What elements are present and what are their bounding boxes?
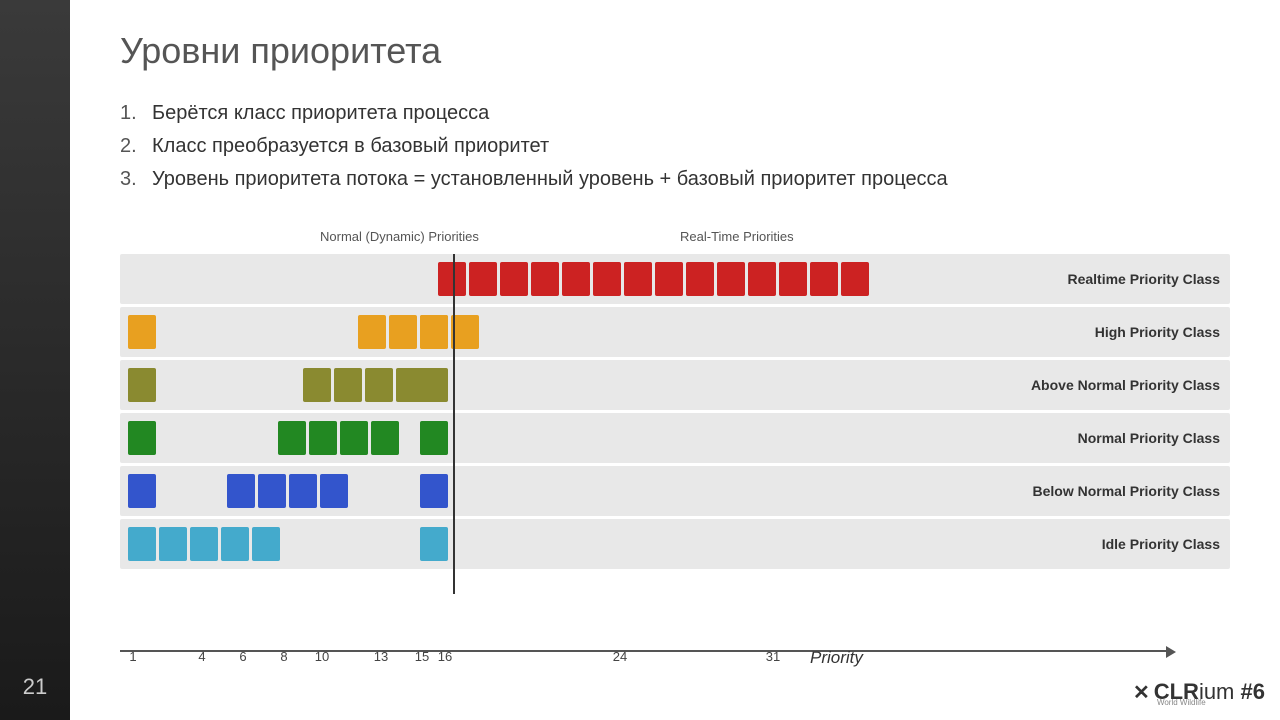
x-axis-arrow <box>1166 646 1176 658</box>
x-axis-line <box>120 650 1170 652</box>
row-label-above-normal: Above Normal Priority Class <box>1031 377 1220 393</box>
logo-area: ✕ CLRium #6 World Wildlife <box>1133 679 1265 705</box>
row-below-normal: Below Normal Priority Class <box>120 466 1230 516</box>
row-above-normal: Above Normal Priority Class <box>120 360 1230 410</box>
row-label-high: High Priority Class <box>1095 324 1220 340</box>
list-item: 2. Класс преобразуется в базовый приорите… <box>120 135 1230 158</box>
logo-icon: ✕ <box>1133 680 1150 705</box>
tick-4: 4 <box>198 649 205 664</box>
priority-label: Priority <box>810 648 863 668</box>
list-num: 2. <box>120 135 140 158</box>
list-text: Класс преобразуется в базовый приоритет <box>152 135 549 158</box>
row-idle: Idle Priority Class <box>120 519 1230 569</box>
tick-16: 16 <box>438 649 452 664</box>
list-num: 3. <box>120 168 140 191</box>
list-text: Берётся класс приоритета процесса <box>152 102 489 125</box>
list: 1. Берётся класс приоритета процесса 2. Кла… <box>120 102 1230 201</box>
row-label-idle: Idle Priority Class <box>1102 536 1220 552</box>
row-high: High Priority Class <box>120 307 1230 357</box>
row-realtime: Realtime Priority Class <box>120 254 1230 304</box>
tick-24: 24 <box>613 649 627 664</box>
sidebar: 21 <box>0 0 70 720</box>
list-num: 1. <box>120 102 140 125</box>
normal-priorities-label: Normal (Dynamic) Priorities <box>320 229 479 244</box>
priority-divider-line <box>453 254 455 594</box>
tick-15: 15 <box>415 649 429 664</box>
list-text: Уровень приоритета потока = установленны… <box>152 168 948 191</box>
logo-subtitle: World Wildlife <box>1157 698 1206 707</box>
tick-8: 8 <box>280 649 287 664</box>
page-title: Уровни приоритета <box>120 30 1230 72</box>
slide-number: 21 <box>23 674 47 700</box>
realtime-priorities-label: Real-Time Priorities <box>680 229 794 244</box>
tick-1: 1 <box>129 649 136 664</box>
chart-container: Normal (Dynamic) Priorities Real-Time Pr… <box>120 229 1230 700</box>
tick-10: 10 <box>315 649 329 664</box>
tick-6: 6 <box>239 649 246 664</box>
tick-31: 31 <box>766 649 780 664</box>
row-label-normal: Normal Priority Class <box>1078 430 1220 446</box>
tick-13: 13 <box>374 649 388 664</box>
row-normal: Normal Priority Class <box>120 413 1230 463</box>
main-content: Уровни приоритета 1. Берётся класс приори… <box>70 0 1280 720</box>
list-item: 3. Уровень приоритета потока = установлен… <box>120 168 1230 191</box>
list-item: 1. Берётся класс приоритета процесса <box>120 102 1230 125</box>
row-label-below-normal: Below Normal Priority Class <box>1032 483 1220 499</box>
chart: Realtime Priority Class <box>120 254 1230 572</box>
row-label-realtime: Realtime Priority Class <box>1067 271 1220 287</box>
